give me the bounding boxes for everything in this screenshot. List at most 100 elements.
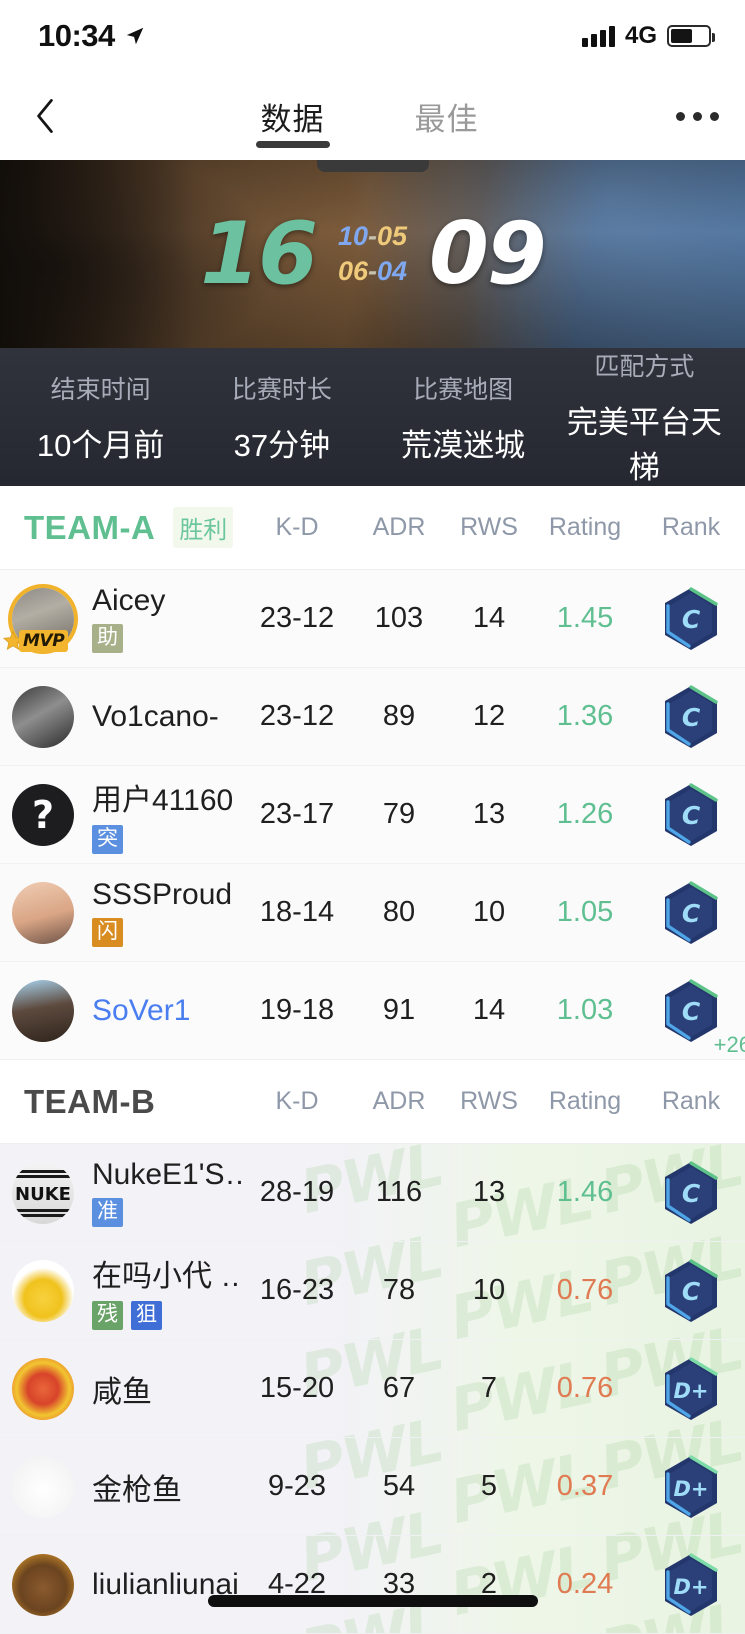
tab-best[interactable]: 最佳 — [415, 72, 479, 160]
player-name[interactable]: 咸鱼 — [92, 1367, 241, 1411]
player-name[interactable]: Aicey — [92, 584, 241, 618]
player-avatar-container[interactable] — [0, 1260, 86, 1322]
half-second-dash: - — [368, 258, 377, 285]
player-rating: 0.76 — [533, 1274, 637, 1307]
half-scores: 10-05 06-04 — [338, 223, 407, 285]
match-info-label: 匹配方式 — [554, 347, 735, 383]
portrait-photo-avatar — [12, 882, 74, 944]
match-info-mode: 匹配方式 完美平台天梯 — [554, 347, 735, 487]
player-adr: 79 — [353, 798, 445, 831]
rank-badge-icon: D+ — [661, 1356, 721, 1422]
player-row[interactable]: SoVer119-1891141.03 C +26 — [0, 962, 745, 1060]
player-rating: 1.05 — [533, 896, 637, 929]
player-tags: 残狙 — [92, 1301, 241, 1329]
rank-badge-icon: D+ — [661, 1552, 721, 1618]
player-name[interactable]: 金枪鱼 — [92, 1465, 241, 1509]
player-rank: D+ — [637, 1454, 745, 1520]
match-hero-banner: 16 10-05 06-04 09 — [0, 160, 745, 348]
svg-text:C: C — [682, 605, 701, 634]
player-name[interactable]: SSSProud — [92, 878, 241, 912]
location-arrow-icon — [124, 25, 146, 47]
player-tags: 助 — [92, 624, 241, 652]
player-rws: 7 — [445, 1372, 533, 1405]
player-tags: 闪 — [92, 918, 241, 946]
player-adr: 78 — [353, 1274, 445, 1307]
svg-text:D+: D+ — [673, 1379, 708, 1403]
player-row[interactable]: MVPAicey助23-12103141.45 C — [0, 570, 745, 668]
half-score-first: 10-05 — [338, 223, 407, 250]
player-rating: 0.37 — [533, 1470, 637, 1503]
player-avatar-container[interactable] — [0, 980, 86, 1042]
column-header-kd: K-D — [241, 513, 353, 542]
player-avatar-container[interactable]: MVP — [0, 588, 86, 650]
svg-text:C: C — [682, 1277, 701, 1306]
match-info-duration: 比赛时长 37分钟 — [191, 370, 372, 465]
back-button[interactable] — [0, 72, 90, 160]
team-a-column-headers: K-D ADR RWS Rating Rank — [241, 513, 745, 542]
player-row[interactable]: 金枪鱼9-235450.37 D+ — [0, 1438, 745, 1536]
player-row[interactable]: ? 用户41160突23-1779131.26 C — [0, 766, 745, 864]
player-identity: 金枪鱼 — [86, 1465, 241, 1509]
column-header-rank: Rank — [637, 1087, 745, 1116]
rank-badge-icon: C — [661, 1160, 721, 1226]
question-mark-avatar: ? — [12, 784, 74, 846]
rank-badge-icon: C — [661, 978, 721, 1044]
player-rank: C — [637, 684, 745, 750]
svg-text:C: C — [682, 703, 701, 732]
rank-delta: +26 — [714, 1032, 745, 1058]
player-row[interactable]: 咸鱼15-206770.76 D+ — [0, 1340, 745, 1438]
player-row[interactable]: SSSProud闪18-1480101.05 C — [0, 864, 745, 962]
player-avatar-container[interactable]: NUKE — [0, 1162, 86, 1224]
match-info-label: 结束时间 — [10, 370, 191, 406]
team-b-name: TEAM-B — [0, 1083, 155, 1121]
player-adr: 67 — [353, 1372, 445, 1405]
team-b-score: 09 — [429, 211, 545, 297]
player-name[interactable]: 用户41160 — [92, 775, 241, 819]
player-tag: 狙 — [131, 1301, 162, 1329]
svg-text:NUKE: NUKE — [15, 1184, 71, 1205]
player-rating: 0.76 — [533, 1372, 637, 1405]
status-bar-right: 4G — [582, 22, 711, 50]
player-avatar-container[interactable] — [0, 1554, 86, 1616]
match-info-value: 荒漠迷城 — [373, 420, 554, 465]
player-row[interactable]: Vo1cano-23-1289121.36 C — [0, 668, 745, 766]
player-row[interactable]: 在吗小代 …残狙16-2378100.76 C — [0, 1242, 745, 1340]
player-name[interactable]: Vo1cano- — [92, 700, 241, 734]
player-avatar-container[interactable] — [0, 882, 86, 944]
mvp-badge: MVP — [2, 630, 68, 652]
white-figure-avatar — [12, 1456, 74, 1518]
player-rank: C +26 — [637, 978, 745, 1044]
nuke-logo-icon: NUKE — [12, 1162, 74, 1224]
half-first-right: 05 — [377, 223, 407, 250]
tab-data[interactable]: 数据 — [261, 72, 325, 160]
player-row[interactable]: liulianliunai4-223320.24 D+ — [0, 1536, 745, 1634]
player-avatar-container[interactable]: ? — [0, 784, 86, 846]
match-info-end-time: 结束时间 10个月前 — [10, 370, 191, 465]
magikarp-avatar — [12, 1358, 74, 1420]
player-name[interactable]: 在吗小代 … — [92, 1251, 241, 1295]
player-rating: 1.26 — [533, 798, 637, 831]
home-indicator — [208, 1595, 538, 1607]
player-avatar-container[interactable] — [0, 1456, 86, 1518]
more-options-button[interactable] — [649, 72, 745, 160]
team-b-column-headers: K-D ADR RWS Rating Rank — [241, 1087, 745, 1116]
rank-badge-icon: D+ — [661, 1454, 721, 1520]
player-avatar-container[interactable] — [0, 1358, 86, 1420]
team-a-player-list: MVPAicey助23-12103141.45 C Vo1cano-23-128… — [0, 570, 745, 1060]
svg-text:C: C — [682, 899, 701, 928]
half-first-left: 10 — [338, 223, 368, 250]
player-name[interactable]: SoVer1 — [92, 994, 241, 1028]
player-avatar-container[interactable] — [0, 686, 86, 748]
player-tag: 突 — [92, 825, 123, 853]
player-name[interactable]: NukeE1'S… — [92, 1158, 241, 1192]
player-row[interactable]: NUKE NukeE1'S…准28-19116131.46 C — [0, 1144, 745, 1242]
scoreboard: 16 10-05 06-04 09 — [0, 160, 745, 348]
player-adr: 103 — [353, 602, 445, 635]
column-header-rating: Rating — [533, 1087, 637, 1116]
player-kd: 28-19 — [241, 1176, 353, 1209]
player-adr: 116 — [353, 1176, 445, 1209]
signal-bars-icon — [582, 25, 615, 47]
navigation-bar: 数据 最佳 — [0, 72, 745, 160]
svg-text:C: C — [682, 801, 701, 830]
player-identity: 用户41160 突 — [86, 775, 241, 853]
